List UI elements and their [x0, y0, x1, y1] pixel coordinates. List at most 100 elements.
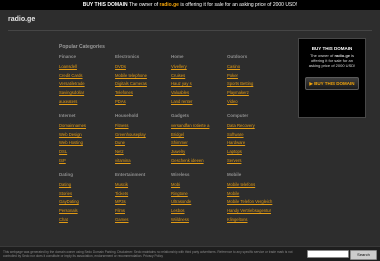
search-input[interactable]: [307, 250, 349, 258]
category-link[interactable]: Juwelry: [171, 148, 227, 157]
category-heading: Internet: [59, 113, 76, 118]
category-household: Household Fitness Greenhouseplay Dune Ne…: [115, 113, 171, 166]
footer-bar: This webpage was generated by the domain…: [0, 246, 380, 261]
category-heading: Household: [115, 113, 139, 118]
category-home: Home Vivellery Cruises Hauz yay s Valuab…: [171, 54, 227, 107]
category-link[interactable]: Poker: [227, 72, 283, 81]
category-link[interactable]: Wiildness: [171, 216, 227, 225]
category-link[interactable]: Mobile: [227, 190, 283, 199]
category-heading: Outdoors: [227, 54, 248, 59]
category-heading: Gadgets: [171, 113, 190, 118]
category-wireless: Wireless Mobi Ringtone Ultrasonde Lesbos…: [171, 172, 227, 225]
category-link[interactable]: Hauz yay s: [171, 80, 227, 89]
category-link[interactable]: versandfan rotierte a: [171, 122, 227, 131]
category-link[interactable]: Playmakerz: [227, 89, 283, 98]
category-heading: Electronics: [115, 54, 140, 59]
category-link[interactable]: MP3s: [115, 198, 171, 207]
category-link[interactable]: Lesbos: [171, 207, 227, 216]
category-link[interactable]: Sports Betting: [227, 80, 283, 89]
category-link[interactable]: Domainnames: [59, 122, 115, 131]
category-mobile: Mobile Mobile telefons Mobile Mobile Tel…: [227, 172, 283, 225]
category-link[interactable]: Handy Vertriebsagentur: [227, 207, 283, 216]
category-heading: Mobile: [227, 172, 242, 177]
banner-text-post: is offering it for sale for an asking pr…: [180, 2, 298, 8]
category-link[interactable]: Vivellery: [171, 63, 227, 72]
header-divider: [8, 30, 372, 31]
category-link[interactable]: Versatiletrade: [59, 80, 115, 89]
category-entertainment: Entertainment Muscik Tickets MP3s Films …: [115, 172, 171, 225]
category-heading: Wireless: [171, 172, 190, 177]
category-heading: Entertainment: [115, 172, 146, 177]
category-link[interactable]: Credit Cards: [59, 72, 115, 81]
category-link[interactable]: Shimmer: [171, 139, 227, 148]
category-link[interactable]: Geschenk ideeen: [171, 157, 227, 166]
category-electronics: Electronics DVDs Mobile telephone Digita…: [115, 54, 171, 107]
category-link[interactable]: Netz: [115, 148, 171, 157]
category-link[interactable]: Dating: [59, 181, 115, 190]
category-link[interactable]: DVDs: [115, 63, 171, 72]
search-button[interactable]: Search: [350, 250, 377, 260]
category-link[interactable]: Casino: [227, 63, 283, 72]
category-link[interactable]: Software: [227, 131, 283, 140]
category-link[interactable]: Greenhouseplay: [115, 131, 171, 140]
popular-categories-title: Popular Categories: [59, 44, 105, 50]
category-link[interactable]: Digitals Cameras: [115, 80, 171, 89]
category-link[interactable]: Fitness: [115, 122, 171, 131]
sale-box-title: BUY THIS DOMAIN: [311, 46, 353, 51]
category-link[interactable]: Chat: [59, 216, 115, 225]
category-link[interactable]: Muscik: [115, 181, 171, 190]
site-title: radio.ge: [8, 16, 36, 23]
category-link[interactable]: Web Hosting: [59, 139, 115, 148]
category-link[interactable]: Stories: [59, 190, 115, 199]
category-outdoors: Outdoors Casino Poker Sports Betting Pla…: [227, 54, 283, 107]
category-link[interactable]: Mobi: [171, 181, 227, 190]
top-banner[interactable]: BUY THIS DOMAIN The owner of radio.ge is…: [0, 0, 380, 10]
category-link[interactable]: Films: [115, 207, 171, 216]
category-link[interactable]: Mobile telefons: [227, 181, 283, 190]
category-link[interactable]: Games: [115, 216, 171, 225]
category-internet: Internet Domainnames Web Design Web Host…: [59, 113, 115, 166]
category-link[interactable]: Servers: [227, 157, 283, 166]
banner-domain: radio.ge: [159, 2, 179, 8]
banner-text-pre: The owner of: [128, 2, 159, 8]
category-gadgets: Gadgets versandfan rotierte a Bridgel Sh…: [171, 113, 227, 166]
sale-box-description: The owner of radio.ge is offering it for…: [305, 53, 359, 68]
category-link[interactable]: Land renter: [171, 98, 227, 107]
category-link[interactable]: Valuables: [171, 89, 227, 98]
category-link[interactable]: Hardware: [227, 139, 283, 148]
category-link[interactable]: Telefones: [115, 89, 171, 98]
category-link[interactable]: Web Design: [59, 131, 115, 140]
category-link[interactable]: Video: [227, 98, 283, 107]
category-link[interactable]: Data Recovery: [227, 122, 283, 131]
category-link[interactable]: Cruises: [171, 72, 227, 81]
category-link[interactable]: Savingsdollar: [59, 89, 115, 98]
category-link[interactable]: Klingeltons: [227, 216, 283, 225]
category-link[interactable]: Laptops: [227, 148, 283, 157]
category-link[interactable]: Ringtone: [171, 190, 227, 199]
category-link[interactable]: GayDating: [59, 198, 115, 207]
buy-domain-link[interactable]: BUY THIS DOMAIN: [83, 2, 128, 8]
category-heading: Dating: [59, 172, 73, 177]
category-link[interactable]: PDAs: [115, 98, 171, 107]
category-link[interactable]: Dune: [115, 139, 171, 148]
category-link[interactable]: Tickets: [115, 190, 171, 199]
category-link[interactable]: Loansdell: [59, 63, 115, 72]
category-link[interactable]: Mobile telephone: [115, 72, 171, 81]
category-heading: Finance: [59, 54, 77, 59]
category-dating: Dating Dating Stories GayDating Personal…: [59, 172, 115, 225]
footer-disclaimer: This webpage was generated by the domain…: [3, 250, 293, 258]
category-link[interactable]: Personals: [59, 207, 115, 216]
category-computer: Computer Data Recovery Software Hardware…: [227, 113, 283, 166]
category-heading: Computer: [227, 113, 249, 118]
category-heading: Home: [171, 54, 184, 59]
category-link[interactable]: ISP: [59, 157, 115, 166]
category-link[interactable]: Bridgel: [171, 131, 227, 140]
category-link[interactable]: Mobile Telefon Vergleich: [227, 198, 283, 207]
category-link[interactable]: DSL: [59, 148, 115, 157]
buy-domain-button[interactable]: ▶ BUY THIS DOMAIN: [305, 77, 359, 90]
domain-sale-box: BUY THIS DOMAIN The owner of radio.ge is…: [298, 38, 366, 118]
category-link[interactable]: vitamina: [115, 157, 171, 166]
category-link[interactable]: Ultrasonde: [171, 198, 227, 207]
category-finance: Finance Loansdell Credit Cards Versatile…: [59, 54, 115, 107]
category-link[interactable]: auxeaters: [59, 98, 115, 107]
